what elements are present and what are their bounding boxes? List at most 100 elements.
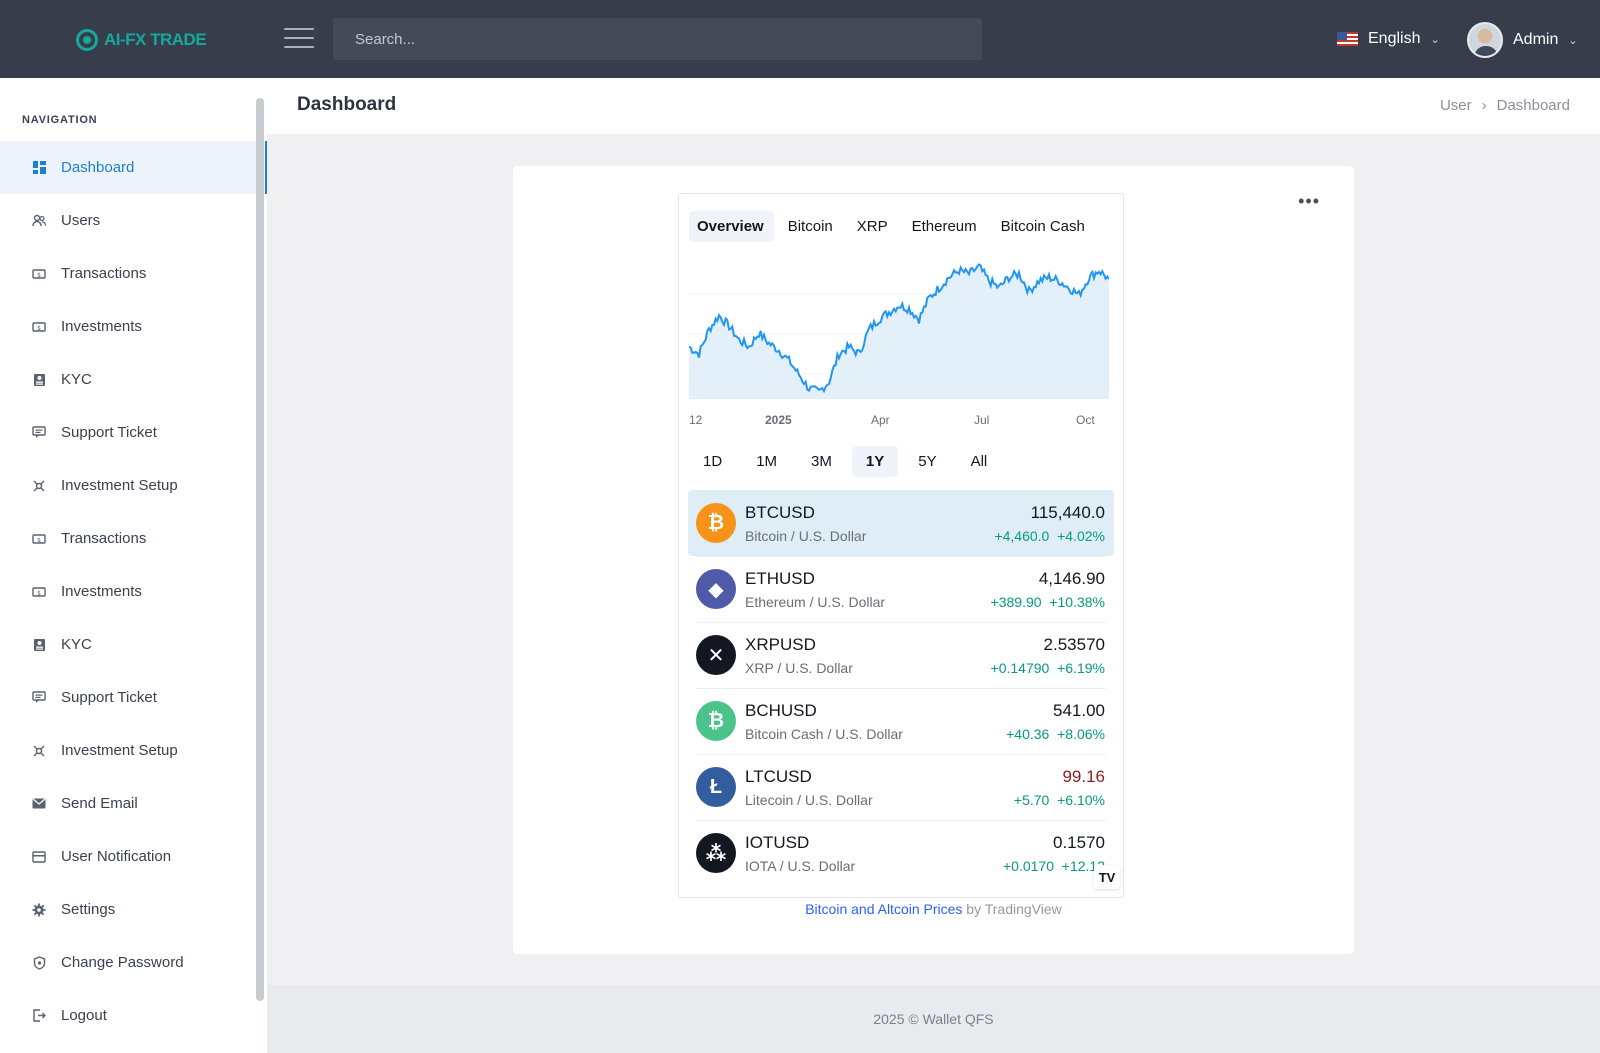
sidebar-item-user-notification[interactable]: User Notification (0, 830, 267, 883)
sidebar-item-kyc[interactable]: KYC (0, 353, 267, 406)
sidebar-item-transactions[interactable]: $ Transactions (0, 512, 267, 565)
money-icon: $ (32, 267, 46, 281)
change-value: +5.70 (1013, 792, 1050, 808)
sidebar-item-investments[interactable]: $ Investments (0, 300, 267, 353)
shield-icon (32, 955, 46, 970)
envelope-icon (32, 797, 46, 811)
search-input[interactable] (333, 18, 982, 60)
symbol-ticker: BCHUSD (745, 701, 817, 720)
hamburger-menu-icon[interactable] (284, 28, 314, 50)
more-options-icon[interactable]: ••• (1298, 192, 1320, 210)
range-1m[interactable]: 1M (742, 446, 791, 477)
footer: 2025 © Wallet QFS (267, 985, 1600, 1053)
symbol-row-xrpusd[interactable]: ✕ XRPUSD XRP / U.S. Dollar 2.53570 +0.14790 … (688, 622, 1114, 688)
breadcrumb-user-link[interactable]: User (1440, 97, 1472, 114)
sidebar-item-label: Change Password (61, 954, 184, 971)
range-1d[interactable]: 1D (689, 446, 736, 477)
setup-icon (32, 479, 46, 493)
symbol-description: XRP / U.S. Dollar (745, 660, 853, 676)
sidebar-item-label: KYC (61, 371, 92, 388)
notification-icon (32, 850, 46, 864)
setup-icon (32, 744, 46, 758)
range-all[interactable]: All (957, 446, 1002, 477)
change-value: +389.90 (990, 594, 1042, 610)
symbol-row-iotusd[interactable]: ⁂ IOTUSD IOTA / U.S. Dollar 0.1570 +0.0170 +… (688, 820, 1114, 886)
sidebar-item-label: Logout (61, 1007, 107, 1024)
sidebar-item-label: Transactions (61, 530, 147, 547)
sidebar-item-label: Dashboard (61, 159, 135, 176)
tab-xrp[interactable]: XRP (849, 211, 898, 242)
user-menu[interactable]: Admin ⌄ (1467, 22, 1578, 58)
sidebar-item-label: Support Ticket (61, 689, 157, 706)
x-axis-tick-label: 2025 (765, 413, 792, 427)
symbol-row-btcusd[interactable]: ₿ BTCUSD Bitcoin / U.S. Dollar 115,440.0 +4,… (688, 490, 1114, 556)
sidebar-item-logout[interactable]: Logout (0, 989, 267, 1042)
dashboard-icon (32, 161, 46, 175)
symbol-list: ₿ BTCUSD Bitcoin / U.S. Dollar 115,440.0 +4,… (688, 490, 1114, 886)
ltcusd-coin-icon: Ł (696, 767, 736, 807)
tradingview-logo-icon[interactable]: TV (1094, 865, 1120, 889)
iotusd-coin-icon: ⁂ (696, 833, 736, 873)
symbol-row-bchusd[interactable]: ₿ BCHUSD Bitcoin Cash / U.S. Dollar 541.00 +… (688, 688, 1114, 754)
sidebar-item-label: Investment Setup (61, 742, 178, 759)
range-1y[interactable]: 1Y (851, 446, 899, 477)
symbol-ticker: BTCUSD (745, 503, 815, 522)
sidebar-item-investment-setup[interactable]: Investment Setup (0, 459, 267, 512)
symbol-price: 0.1570 (1053, 833, 1105, 852)
change-value: +4,460.0 (994, 528, 1050, 544)
chart-area (689, 264, 1109, 399)
tab-ethereum[interactable]: Ethereum (904, 211, 987, 242)
sidebar-item-support-ticket[interactable]: Support Ticket (0, 671, 267, 724)
ethusd-coin-icon: ◆ (696, 569, 736, 609)
symbol-description: Ethereum / U.S. Dollar (745, 594, 886, 610)
symbol-ticker: XRPUSD (745, 635, 816, 654)
chart-x-axis: 12 2025 Apr Jul Oct (689, 413, 1109, 429)
price-chart[interactable] (689, 254, 1109, 404)
tab-bitcoin-cash[interactable]: Bitcoin Cash (993, 211, 1095, 242)
tab-overview[interactable]: Overview (689, 211, 774, 242)
symbol-change: +0.14790 +6.19% (991, 660, 1105, 676)
range-selector: 1D 1M 3M 1Y 5Y All (689, 446, 1001, 477)
range-3m[interactable]: 3M (797, 446, 846, 477)
nav-list: Dashboard Users $ Transactions $ Investments K… (0, 141, 267, 1042)
sidebar-item-change-password[interactable]: Change Password (0, 936, 267, 989)
language-selector[interactable]: English ⌄ (1337, 30, 1440, 48)
symbol-ticker: LTCUSD (745, 767, 812, 786)
sidebar-item-settings[interactable]: Settings (0, 883, 267, 936)
symbol-price: 115,440.0 (1030, 503, 1105, 522)
tab-bitcoin[interactable]: Bitcoin (780, 211, 843, 242)
sidebar-item-dashboard[interactable]: Dashboard (0, 141, 267, 194)
symbol-row-ethusd[interactable]: ◆ ETHUSD Ethereum / U.S. Dollar 4,146.90 +38… (688, 556, 1114, 622)
breadcrumb-current: Dashboard (1496, 97, 1570, 114)
sidebar-item-kyc[interactable]: KYC (0, 618, 267, 671)
svg-text:$: $ (37, 325, 41, 332)
change-percent: +6.19% (1057, 660, 1105, 676)
symbol-price: 4,146.90 (1038, 569, 1105, 588)
change-value: +40.36 (1006, 726, 1050, 742)
users-icon (32, 214, 46, 228)
svg-text:$: $ (37, 590, 41, 597)
widget-tabs: Overview Bitcoin XRP Ethereum Bitcoin Cash (689, 211, 1095, 242)
sidebar-item-label: Investments (61, 318, 142, 335)
sidebar-item-investment-setup[interactable]: Investment Setup (0, 724, 267, 777)
symbol-row-ltcusd[interactable]: Ł LTCUSD Litecoin / U.S. Dollar 99.16 +5.70 … (688, 754, 1114, 820)
sidebar-item-label: Users (61, 212, 101, 229)
sidebar-item-transactions[interactable]: $ Transactions (0, 247, 267, 300)
sidebar-item-users[interactable]: Users (0, 194, 267, 247)
attribution: Bitcoin and Altcoin Prices by TradingVie… (513, 901, 1354, 917)
sidebar-item-send-email[interactable]: Send Email (0, 777, 267, 830)
id-card-icon (32, 373, 46, 387)
range-5y[interactable]: 5Y (904, 446, 950, 477)
svg-text:$: $ (37, 537, 41, 544)
brand-logo[interactable]: AI-FX TRADE (76, 28, 207, 52)
money-icon: $ (32, 532, 46, 546)
sidebar-item-support-ticket[interactable]: Support Ticket (0, 406, 267, 459)
attribution-link[interactable]: Bitcoin and Altcoin Prices (805, 901, 962, 917)
sidebar-item-label: Investment Setup (61, 477, 178, 494)
chat-icon (32, 691, 46, 705)
sidebar-scrollbar[interactable] (256, 98, 264, 1001)
user-name: Admin (1513, 31, 1559, 48)
symbol-description: Bitcoin / U.S. Dollar (745, 528, 867, 544)
sidebar-item-investments[interactable]: $ Investments (0, 565, 267, 618)
attribution-suffix: by TradingView (962, 901, 1062, 917)
